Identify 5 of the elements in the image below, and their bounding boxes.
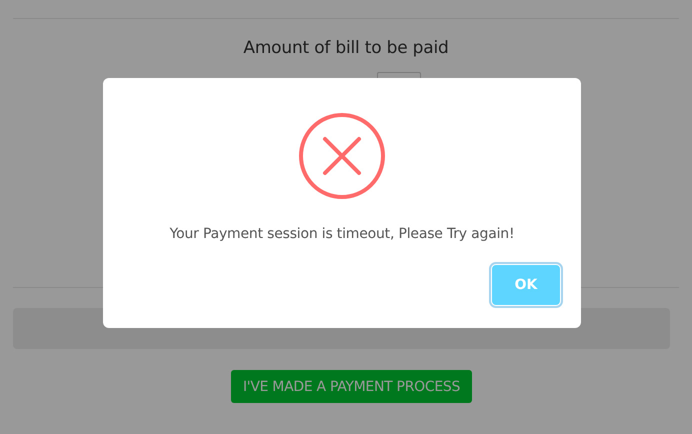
error-icon [298,112,386,200]
payment-made-button[interactable]: I'VE MADE A PAYMENT PROCESS [230,370,472,403]
bill-heading: Amount of bill to be paid [242,38,450,58]
alert-message: Your Payment session is timeout, Please Try again! [170,226,514,242]
ok-button[interactable]: OK [491,264,561,306]
